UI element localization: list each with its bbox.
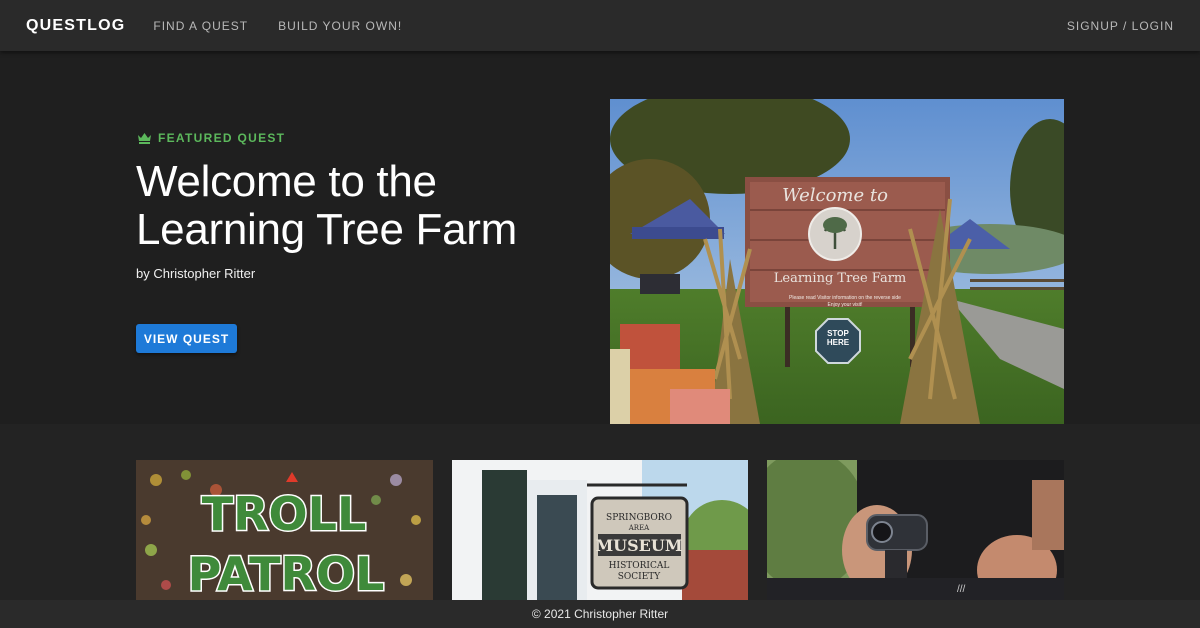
sign-heading-text: Welcome to	[782, 185, 888, 206]
patrol-text: PATROL	[188, 547, 385, 600]
museum-society-text: SOCIETY	[618, 572, 662, 582]
sign-name-text: Learning Tree Farm	[774, 271, 906, 286]
featured-quest-label: FEATURED QUEST	[158, 131, 286, 145]
quest-card-springboro-museum[interactable]: SPRINGBORO AREA MUSEUM HISTORICAL SOCIET…	[452, 460, 748, 600]
svg-text:///: ///	[957, 584, 966, 595]
camera-photo-image: ///	[767, 460, 1064, 600]
crown-icon	[138, 133, 151, 144]
top-navbar: QUESTLOG FIND A QUEST BUILD YOUR OWN! SI…	[0, 0, 1200, 51]
museum-sign-image: SPRINGBORO AREA MUSEUM HISTORICAL SOCIET…	[452, 460, 748, 600]
hero-author: by Christopher Ritter	[136, 266, 256, 281]
troll-patrol-image: TROLL PATROL	[136, 460, 433, 600]
museum-springboro-text: SPRINGBORO	[606, 513, 672, 523]
troll-text: TROLL	[202, 487, 367, 541]
nav-build-your-own[interactable]: BUILD YOUR OWN!	[278, 19, 402, 33]
stop-sign-text-line1: STOP	[827, 329, 849, 338]
quest-card-troll-patrol[interactable]: TROLL PATROL	[136, 460, 433, 600]
hero-title: Welcome to the Learning Tree Farm	[136, 157, 517, 254]
sign-note-text: Please read Visitor information on the r…	[789, 295, 901, 301]
brand-logo[interactable]: QUESTLOG	[26, 17, 125, 35]
museum-area-text: AREA	[628, 524, 650, 532]
nav-find-a-quest[interactable]: FIND A QUEST	[153, 19, 248, 33]
footer-copyright: © 2021 Christopher Ritter	[531, 607, 669, 621]
museum-historical-text: HISTORICAL	[609, 561, 670, 571]
stop-sign-text-line2: HERE	[827, 338, 850, 347]
signup-login-link[interactable]: SIGNUP / LOGIN	[1067, 19, 1174, 33]
farm-sign-photo: Welcome to Learning Tree Farm Please rea…	[610, 99, 1064, 424]
quest-card-camera[interactable]: ///	[767, 460, 1064, 600]
featured-quest-image[interactable]: Welcome to Learning Tree Farm Please rea…	[610, 99, 1064, 424]
page-footer: © 2021 Christopher Ritter	[0, 600, 1200, 628]
sign-note2-text: Enjoy your visit!	[827, 302, 862, 308]
view-quest-button[interactable]: VIEW QUEST	[136, 324, 237, 353]
featured-quest-badge: FEATURED QUEST	[137, 131, 285, 145]
museum-name-text: MUSEUM	[595, 536, 682, 555]
